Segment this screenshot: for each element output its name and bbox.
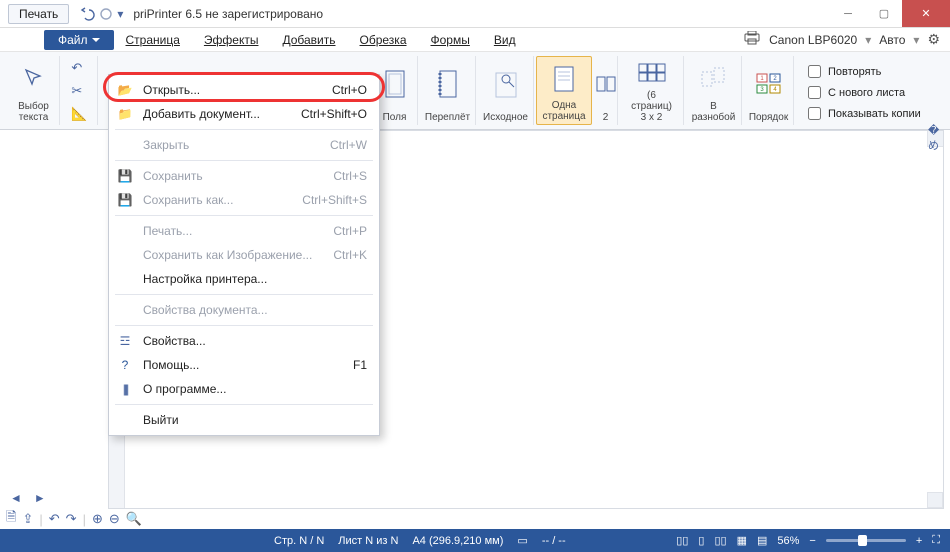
- ribbon-grid[interactable]: (6 страниц) 3 x 2: [620, 56, 684, 125]
- scroll-corner: [927, 492, 943, 508]
- rotate-left-icon[interactable]: ↶: [71, 60, 87, 76]
- save-icon: 💾: [117, 168, 133, 184]
- menu-crop[interactable]: Обрезка: [348, 30, 419, 50]
- ribbon-order[interactable]: 1234 Порядок: [744, 56, 794, 125]
- barcode-icon: ||||: [117, 381, 133, 397]
- zoom-in-icon[interactable]: ⊕: [92, 511, 103, 527]
- check-newsheet[interactable]: С нового листа: [804, 83, 921, 102]
- ribbon-select-text[interactable]: Выбор текста: [8, 56, 60, 125]
- print-button[interactable]: Печать: [8, 4, 69, 24]
- orientation-icon[interactable]: ▭: [517, 534, 527, 547]
- redo-icon[interactable]: ↷: [66, 511, 77, 527]
- view-two-icon[interactable]: ▯▯: [714, 534, 726, 547]
- menu-help[interactable]: ? Помощь...F1: [109, 353, 379, 377]
- file-menu: 📂 Открыть...Ctrl+O 📁 Добавить документ..…: [108, 74, 380, 436]
- menu-file[interactable]: Файл: [44, 30, 114, 50]
- zoom-fit-icon[interactable]: 🔍: [126, 511, 142, 527]
- qat-dropdown-icon[interactable]: ▾: [117, 7, 123, 21]
- ribbon-checks: Повторять С нового листа Показывать копи…: [796, 56, 929, 125]
- menu-save-image[interactable]: Сохранить как Изображение...Ctrl+K: [109, 243, 379, 267]
- view-single-icon[interactable]: ▯: [698, 534, 704, 547]
- minimize-button[interactable]: ─: [830, 0, 866, 27]
- folder-add-icon: 📁: [117, 106, 133, 122]
- status-sheet: Лист N из N: [338, 535, 398, 547]
- printer-name[interactable]: Canon LBP6020: [769, 33, 857, 47]
- next-thumb-icon[interactable]: ►: [34, 491, 46, 505]
- menubar: Файл Страница Эффекты Добавить Обрезка Ф…: [0, 28, 950, 52]
- menu-effects[interactable]: Эффекты: [192, 30, 271, 50]
- ribbon-source[interactable]: Исходное: [478, 56, 534, 125]
- ribbon-one-page[interactable]: Одна страница: [536, 56, 592, 125]
- status-dashes: -- / --: [542, 535, 566, 547]
- undo-icon[interactable]: ↶: [49, 511, 60, 527]
- ribbon-binding[interactable]: Переплёт: [420, 56, 476, 125]
- menu-print[interactable]: Печать...Ctrl+P: [109, 219, 379, 243]
- menu-doc-properties[interactable]: Свойства документа...: [109, 298, 379, 322]
- zoom-out-icon[interactable]: ⊖: [109, 511, 120, 527]
- menu-printer-setup[interactable]: Настройка принтера...: [109, 267, 379, 291]
- menu-properties[interactable]: ☲ Свойства...: [109, 329, 379, 353]
- undo-icon[interactable]: [79, 6, 95, 22]
- zoom-slider[interactable]: [826, 539, 906, 542]
- printer-icon[interactable]: [743, 31, 761, 48]
- menu-forms[interactable]: Формы: [419, 30, 482, 50]
- menu-save[interactable]: 💾 СохранитьCtrl+S: [109, 164, 379, 188]
- ribbon-two-pages[interactable]: 2: [594, 56, 618, 125]
- menu-page[interactable]: Страница: [114, 30, 192, 50]
- menu-about[interactable]: |||| О программе...: [109, 377, 379, 401]
- new-doc-icon[interactable]: 🗎: [6, 508, 16, 530]
- zoom-minus-icon[interactable]: −: [809, 535, 815, 547]
- canvas-corner-icon[interactable]: �め: [927, 131, 943, 147]
- ribbon-small-tools[interactable]: ↶ ✂ 📐: [62, 56, 98, 125]
- status-paper: A4 (296.9,210 мм): [412, 535, 503, 547]
- help-icon: ?: [117, 357, 133, 373]
- measure-icon[interactable]: 📐: [71, 106, 87, 122]
- app-title: priPrinter 6.5 не зарегистрировано: [133, 7, 323, 21]
- menu-open[interactable]: 📂 Открыть...Ctrl+O: [109, 78, 379, 102]
- quick-access-toolbar: ▾: [79, 6, 123, 22]
- maximize-button[interactable]: ▢: [866, 0, 902, 27]
- bottom-toolbar: 🗎 ⇪ | ↶ ↷ | ⊕ ⊖ 🔍: [6, 509, 944, 529]
- export-icon[interactable]: ⇪: [22, 511, 33, 527]
- refresh-icon[interactable]: [99, 7, 113, 21]
- save-as-icon: 💾: [117, 192, 133, 208]
- check-showcopies[interactable]: Показывать копии: [804, 104, 921, 123]
- menu-add[interactable]: Добавить: [270, 30, 347, 50]
- menu-close[interactable]: ЗакрытьCtrl+W: [109, 133, 379, 157]
- printer-auto[interactable]: Авто: [879, 33, 905, 47]
- prev-thumb-icon[interactable]: ◄: [10, 491, 22, 505]
- sidebar: ◄ ►: [6, 130, 104, 509]
- check-repeat[interactable]: Повторять: [804, 62, 921, 81]
- folder-open-icon: 📂: [117, 82, 133, 98]
- menu-save-as[interactable]: 💾 Сохранить как...Ctrl+Shift+S: [109, 188, 379, 212]
- view-book-icon[interactable]: ▯▯: [676, 534, 688, 547]
- menu-add-document[interactable]: 📁 Добавить документ...Ctrl+Shift+O: [109, 102, 379, 126]
- crop-icon[interactable]: ✂: [71, 83, 87, 99]
- view-grid-icon[interactable]: ▦: [737, 534, 747, 547]
- titlebar: Печать ▾ priPrinter 6.5 не зарегистриров…: [0, 0, 950, 28]
- gear-icon[interactable]: ⚙: [927, 31, 940, 48]
- view-tile-icon[interactable]: ▤: [757, 534, 767, 547]
- ribbon-scatter[interactable]: В разнобой: [686, 56, 742, 125]
- zoom-plus-icon[interactable]: +: [916, 535, 922, 547]
- status-page: Стр. N / N: [274, 535, 324, 547]
- list-icon: ☲: [117, 333, 133, 349]
- statusbar: Стр. N / N Лист N из N A4 (296.9,210 мм)…: [0, 529, 950, 552]
- status-zoom: 56%: [777, 535, 799, 547]
- menu-view[interactable]: Вид: [482, 30, 528, 50]
- close-button[interactable]: ✕: [902, 0, 950, 27]
- fullscreen-icon[interactable]: ⛶: [932, 534, 940, 547]
- menu-exit[interactable]: Выйти: [109, 408, 379, 432]
